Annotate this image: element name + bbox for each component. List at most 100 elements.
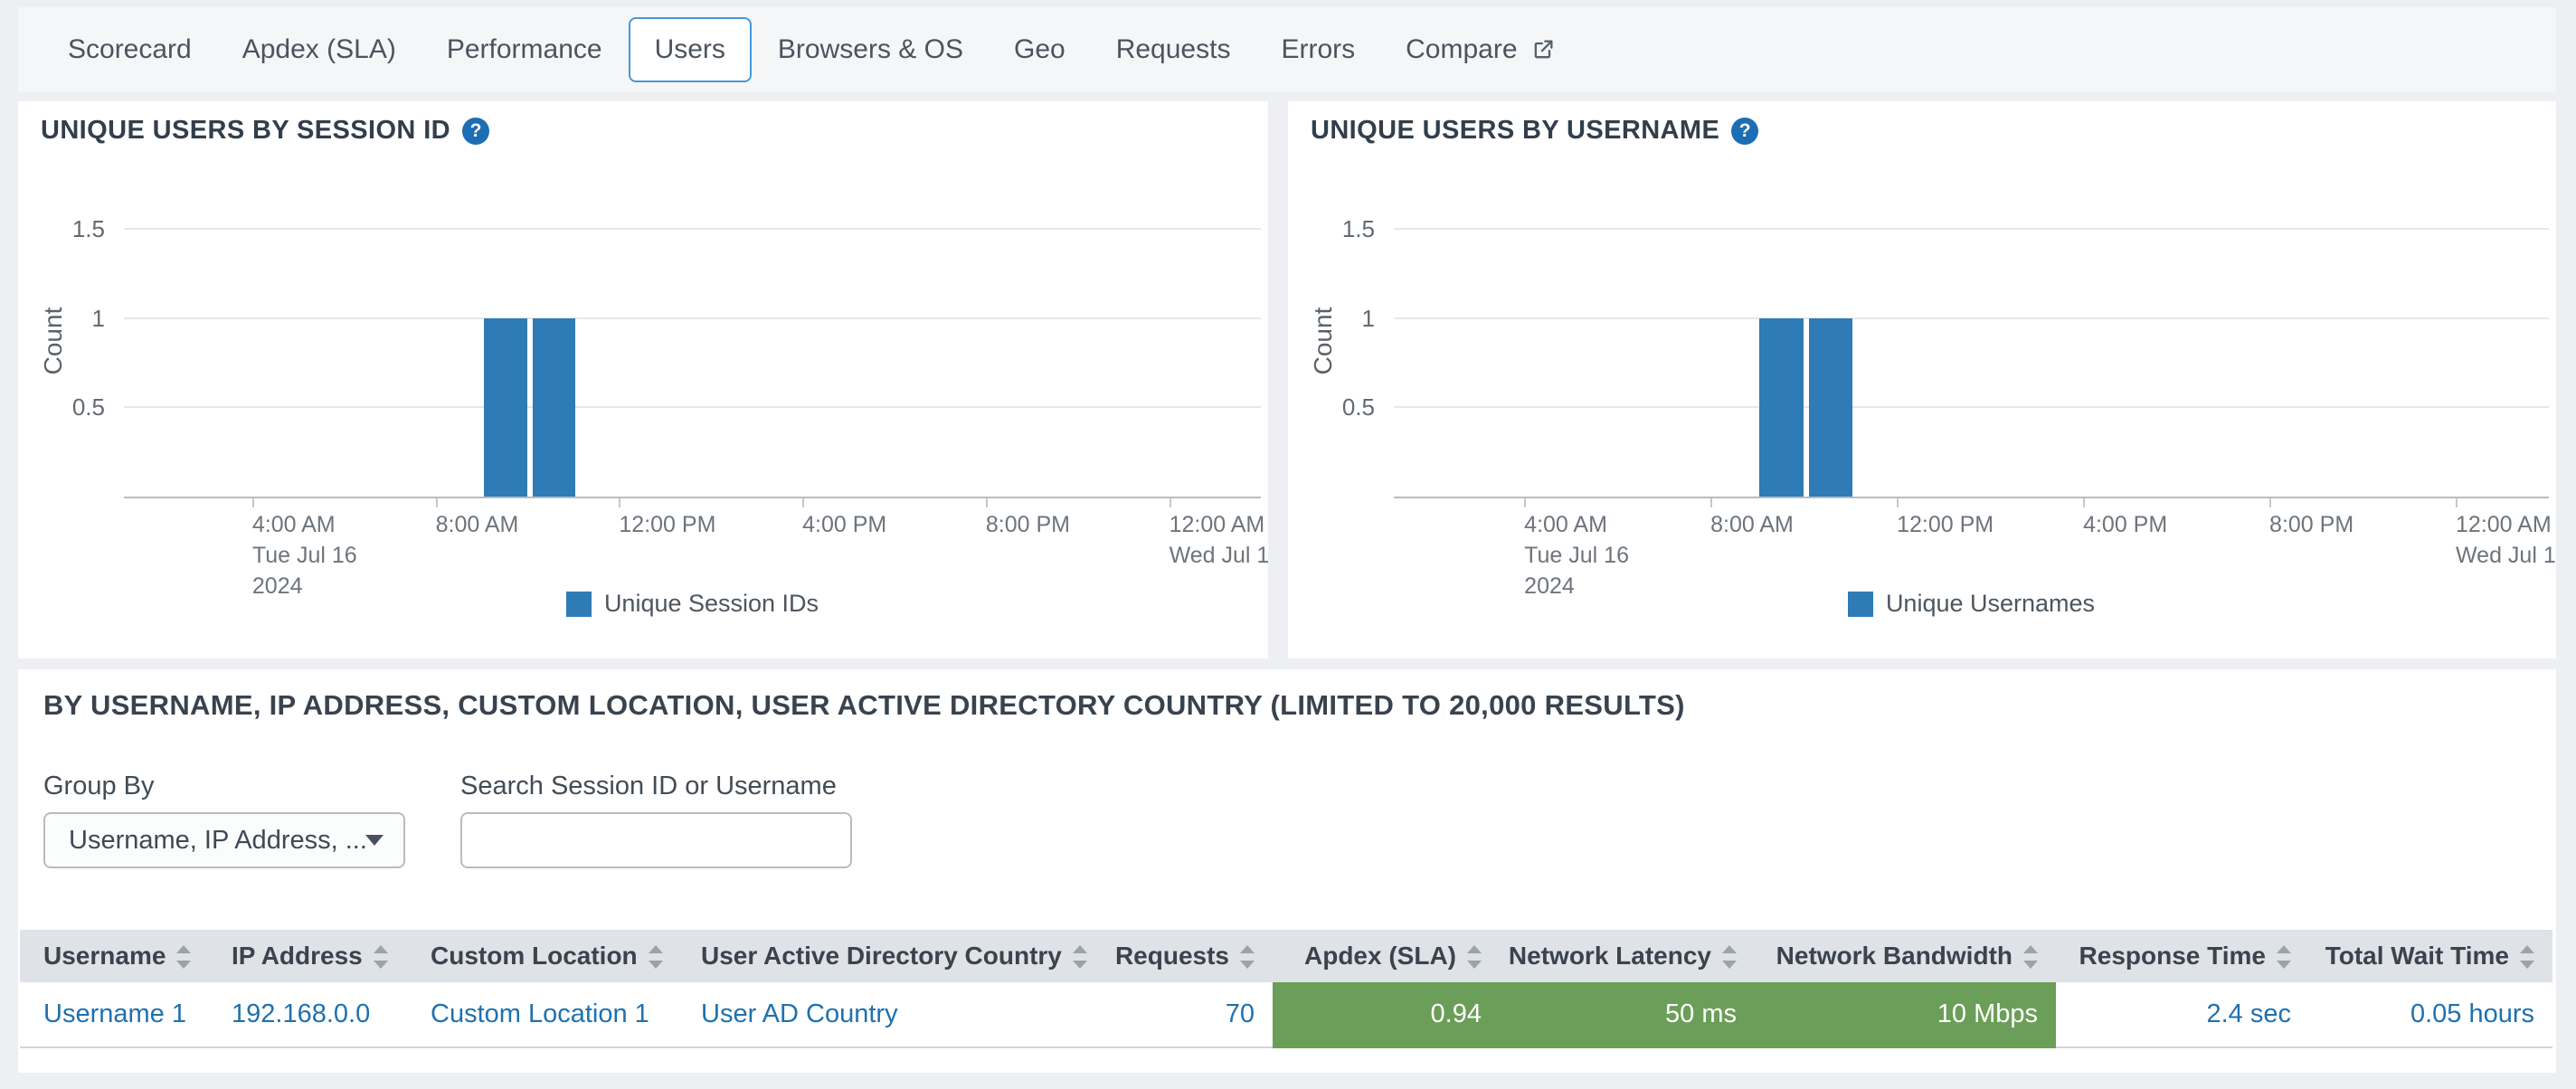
gridline	[124, 228, 1261, 230]
tab-label: Requests	[1116, 34, 1231, 65]
y-tick-label: 0.5	[1288, 392, 1375, 422]
users-table: Username IP Address Custom Location User…	[20, 930, 2552, 1048]
sort-icon	[649, 942, 663, 971]
col-header-custom-location[interactable]: Custom Location	[407, 930, 677, 982]
x-tick-label: 8:00 PM	[2269, 509, 2353, 540]
tab-label: Apdex (SLA)	[242, 34, 396, 65]
chart-title: UNIQUE USERS BY SESSION ID	[41, 116, 450, 146]
col-header-network-bandwidth[interactable]: Network Bandwidth	[1755, 930, 2056, 982]
tab-label: Scorecard	[68, 34, 192, 65]
chart-title: UNIQUE USERS BY USERNAME	[1311, 116, 1719, 146]
x-tick-mark	[2269, 498, 2271, 507]
tab-label: Browsers & OS	[778, 34, 963, 65]
chart-bar[interactable]	[484, 318, 527, 497]
network-bandwidth-value: 10 Mbps	[1755, 982, 2056, 1047]
tab-scorecard[interactable]: Scorecard	[68, 34, 192, 65]
x-tick-label: 4:00 PM	[802, 509, 886, 540]
tab-performance[interactable]: Performance	[447, 34, 602, 65]
tab-label: Users	[655, 34, 725, 65]
x-tick-label: 8:00 AM	[1710, 509, 1794, 540]
username-link[interactable]: Username 1	[20, 982, 208, 1047]
x-tick-mark	[2456, 498, 2458, 507]
total-wait-time-value: 0.05 hours	[2309, 982, 2552, 1047]
gridline	[1394, 228, 2549, 230]
chevron-down-icon	[365, 835, 384, 846]
x-tick-mark	[1524, 498, 1526, 507]
tab-browsers-os[interactable]: Browsers & OS	[778, 34, 963, 65]
username-bar-chart: 0.511.54:00 AMTue Jul 1620248:00 AM12:00…	[1288, 101, 2556, 658]
report-tab-bar: Scorecard Apdex (SLA) Performance Users …	[18, 7, 2556, 92]
unique-users-by-username-card: UNIQUE USERS BY USERNAME ? 0.511.54:00 A…	[1288, 101, 2556, 658]
help-icon[interactable]: ?	[1731, 118, 1758, 145]
tab-users[interactable]: Users	[629, 17, 752, 82]
ip-address-link[interactable]: 192.168.0.0	[208, 982, 407, 1047]
y-tick-label: 1.5	[1288, 213, 1375, 244]
ad-country-link[interactable]: User AD Country	[677, 982, 1103, 1047]
x-tick-mark	[986, 498, 988, 507]
unique-users-by-session-id-card: UNIQUE USERS BY SESSION ID ? 0.511.54:00…	[18, 101, 1268, 658]
network-latency-value: 50 ms	[1500, 982, 1755, 1047]
x-tick-label: 12:00 PM	[619, 509, 715, 540]
col-header-username[interactable]: Username	[20, 930, 208, 982]
x-axis-line	[1394, 497, 2549, 498]
requests-value: 70	[1103, 982, 1273, 1047]
chart-header: UNIQUE USERS BY SESSION ID ?	[41, 116, 489, 146]
tab-requests[interactable]: Requests	[1116, 34, 1231, 65]
col-header-network-latency[interactable]: Network Latency	[1500, 930, 1755, 982]
sort-icon	[1073, 942, 1087, 971]
col-header-ad-country[interactable]: User Active Directory Country	[677, 930, 1103, 982]
x-tick-label: 12:00 AMWed Jul 17	[2456, 509, 2556, 571]
table-header-row: Username IP Address Custom Location User…	[20, 930, 2552, 982]
gridline	[124, 406, 1261, 408]
tab-apdex-sla[interactable]: Apdex (SLA)	[242, 34, 396, 65]
users-breakdown-panel: BY USERNAME, IP ADDRESS, CUSTOM LOCATION…	[18, 669, 2556, 1073]
x-tick-label: 8:00 AM	[436, 509, 519, 540]
y-tick-label: 1.5	[18, 213, 105, 244]
gridline	[124, 317, 1261, 319]
sort-icon	[2023, 942, 2038, 971]
chart-bar[interactable]	[1809, 318, 1852, 497]
x-tick-mark	[802, 498, 804, 507]
x-tick-label: 4:00 PM	[2083, 509, 2167, 540]
chart-bar[interactable]	[533, 318, 575, 497]
group-by-selected-value: Username, IP Address, ...	[45, 826, 365, 856]
x-tick-mark	[1710, 498, 1712, 507]
col-header-apdex[interactable]: Apdex (SLA)	[1273, 930, 1500, 982]
sort-icon	[2520, 942, 2534, 971]
col-header-total-wait-time[interactable]: Total Wait Time	[2309, 930, 2552, 982]
chart-bar[interactable]	[1759, 318, 1804, 497]
x-tick-label: 12:00 AMWed Jul 17	[1170, 509, 1268, 571]
legend-swatch-icon	[566, 592, 592, 617]
legend-label: Unique Session IDs	[604, 590, 819, 618]
section-title: BY USERNAME, IP ADDRESS, CUSTOM LOCATION…	[43, 689, 1685, 722]
y-axis-label: Count	[1309, 307, 1338, 374]
x-tick-label: 4:00 AMTue Jul 162024	[1524, 509, 1629, 601]
sort-icon	[1722, 942, 1737, 971]
chart-legend: Unique Usernames	[1394, 590, 2549, 618]
x-tick-mark	[1170, 498, 1171, 507]
tab-errors[interactable]: Errors	[1281, 34, 1355, 65]
sort-icon	[1467, 942, 1482, 971]
session-id-bar-chart: 0.511.54:00 AMTue Jul 1620248:00 AM12:00…	[18, 101, 1268, 658]
x-tick-label: 12:00 PM	[1897, 509, 1994, 540]
legend-swatch-icon	[1848, 592, 1873, 617]
external-link-icon	[1530, 37, 1556, 62]
sort-icon	[1240, 942, 1255, 971]
sort-icon	[2277, 942, 2291, 971]
custom-location-link[interactable]: Custom Location 1	[407, 982, 677, 1047]
help-icon[interactable]: ?	[462, 118, 489, 145]
x-tick-label: 4:00 AMTue Jul 162024	[252, 509, 357, 601]
col-header-response-time[interactable]: Response Time	[2056, 930, 2309, 982]
col-header-requests[interactable]: Requests	[1103, 930, 1273, 982]
response-time-value: 2.4 sec	[2056, 982, 2309, 1047]
search-input[interactable]	[460, 812, 852, 868]
search-label: Search Session ID or Username	[460, 771, 837, 801]
x-tick-mark	[2083, 498, 2085, 507]
tab-compare[interactable]: Compare	[1406, 34, 1555, 65]
group-by-select[interactable]: Username, IP Address, ...	[43, 812, 405, 868]
x-tick-mark	[619, 498, 620, 507]
legend-label: Unique Usernames	[1886, 590, 2095, 618]
tab-geo[interactable]: Geo	[1014, 34, 1065, 65]
col-header-ip-address[interactable]: IP Address	[208, 930, 407, 982]
x-tick-mark	[1897, 498, 1899, 507]
